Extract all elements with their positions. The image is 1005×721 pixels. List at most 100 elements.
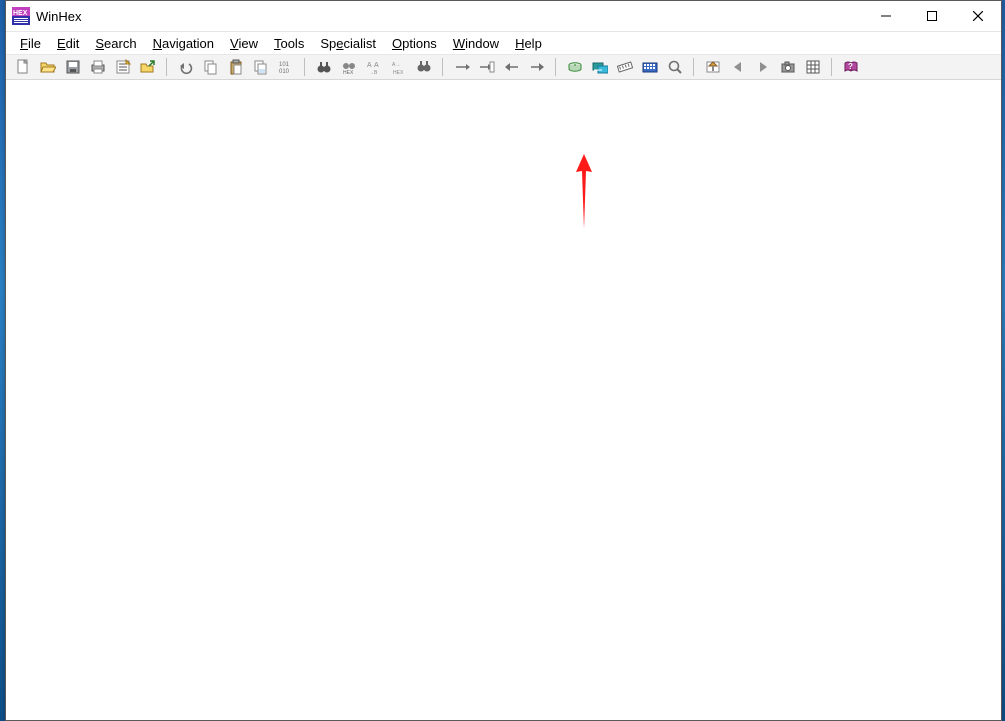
magnifier-icon (667, 59, 683, 75)
binoculars-icon (316, 59, 332, 75)
print-button[interactable] (85, 55, 110, 79)
new-file-icon (15, 59, 31, 75)
minimize-icon (881, 11, 891, 21)
content-area (6, 80, 1001, 720)
position-forward-button[interactable] (750, 55, 775, 79)
maximize-icon (927, 11, 937, 21)
position-manager-icon (705, 59, 721, 75)
toolbar-separator (304, 58, 305, 76)
toolbar-separator (442, 58, 443, 76)
forward-button[interactable] (524, 55, 549, 79)
properties-icon (115, 59, 131, 75)
menu-window[interactable]: Window (445, 35, 507, 52)
annotation-arrow-icon (569, 154, 599, 232)
app-window: HEX WinHex File Edit Search Navigation V… (5, 0, 1002, 721)
menu-navigation[interactable]: Navigation (145, 35, 222, 52)
menu-tools[interactable]: Tools (266, 35, 312, 52)
undo-icon (178, 59, 194, 75)
snapshot-button[interactable] (775, 55, 800, 79)
toolbar-separator (831, 58, 832, 76)
open-disk-button[interactable] (562, 55, 587, 79)
find-again-button[interactable] (411, 55, 436, 79)
create-backup-button[interactable] (135, 55, 160, 79)
window-title: WinHex (36, 9, 82, 24)
menubar: File Edit Search Navigation View Tools S… (6, 32, 1001, 55)
calculator-button[interactable] (637, 55, 662, 79)
toolbar-separator (693, 58, 694, 76)
menu-edit[interactable]: Edit (49, 35, 87, 52)
goto-offset-button[interactable] (449, 55, 474, 79)
open-ram-button[interactable] (587, 55, 612, 79)
find-hex-button[interactable]: HEX (336, 55, 361, 79)
titlebar: HEX WinHex (6, 1, 1001, 32)
menu-specialist[interactable]: Specialist (312, 35, 384, 52)
disk-tools-button[interactable] (612, 55, 637, 79)
data-interpreter-button[interactable] (800, 55, 825, 79)
write-block-button[interactable]: 101 010 (273, 55, 298, 79)
replace-text-icon: A A →B (366, 59, 382, 75)
svg-text:HEX: HEX (393, 70, 404, 75)
camera-icon (780, 59, 796, 75)
menu-file[interactable]: File (12, 35, 49, 52)
properties-button[interactable] (110, 55, 135, 79)
maximize-button[interactable] (909, 1, 955, 31)
position-manager-button[interactable] (700, 55, 725, 79)
replace-hex-button[interactable]: A→ HEX (386, 55, 411, 79)
grid-icon (805, 59, 821, 75)
replace-hex-icon: A→ HEX (391, 59, 407, 75)
toolbar: 101 010 HEX A A →B (6, 55, 1001, 80)
back-button[interactable] (499, 55, 524, 79)
goto-sector-icon (479, 59, 495, 75)
menu-options[interactable]: Options (384, 35, 445, 52)
disk-icon (567, 59, 583, 75)
save-icon (65, 59, 81, 75)
new-button[interactable] (10, 55, 35, 79)
paste-button[interactable] (223, 55, 248, 79)
toolbar-separator (166, 58, 167, 76)
help-button[interactable]: ? (838, 55, 863, 79)
find-text-button[interactable] (311, 55, 336, 79)
binary-icon: 101 010 (278, 59, 294, 75)
replace-text-button[interactable]: A A →B (361, 55, 386, 79)
copy-icon (203, 59, 219, 75)
window-controls (863, 1, 1001, 31)
goto-sector-button[interactable] (474, 55, 499, 79)
copy-button[interactable] (198, 55, 223, 79)
analyze-button[interactable] (662, 55, 687, 79)
print-icon (90, 59, 106, 75)
binoculars-again-icon (416, 59, 432, 75)
svg-text:010: 010 (279, 69, 290, 75)
svg-text:→B: →B (369, 70, 378, 75)
svg-text:101: 101 (279, 62, 290, 68)
toolbar-separator (555, 58, 556, 76)
menu-help[interactable]: Help (507, 35, 550, 52)
backup-icon (140, 59, 156, 75)
ruler-icon (617, 59, 633, 75)
save-button[interactable] (60, 55, 85, 79)
copy-sector-icon (253, 59, 269, 75)
triangle-right-icon (755, 59, 771, 75)
binoculars-hex-icon: HEX (341, 59, 357, 75)
app-icon: HEX (12, 7, 30, 25)
close-button[interactable] (955, 1, 1001, 31)
goto-offset-icon (454, 59, 470, 75)
keyboard-icon (642, 59, 658, 75)
paste-icon (228, 59, 244, 75)
book-help-icon: ? (843, 59, 859, 75)
menu-view[interactable]: View (222, 35, 266, 52)
svg-text:?: ? (848, 62, 853, 71)
svg-text:HEX: HEX (343, 70, 354, 75)
ram-icon (592, 59, 608, 75)
svg-text:A: A (367, 62, 372, 69)
arrow-right-icon (529, 59, 545, 75)
menu-search[interactable]: Search (87, 35, 144, 52)
minimize-button[interactable] (863, 1, 909, 31)
undo-button[interactable] (173, 55, 198, 79)
position-back-button[interactable] (725, 55, 750, 79)
svg-text:A: A (374, 62, 379, 69)
copy-sector-button[interactable] (248, 55, 273, 79)
close-icon (973, 11, 983, 21)
open-button[interactable] (35, 55, 60, 79)
triangle-left-icon (730, 59, 746, 75)
open-folder-icon (40, 59, 56, 75)
